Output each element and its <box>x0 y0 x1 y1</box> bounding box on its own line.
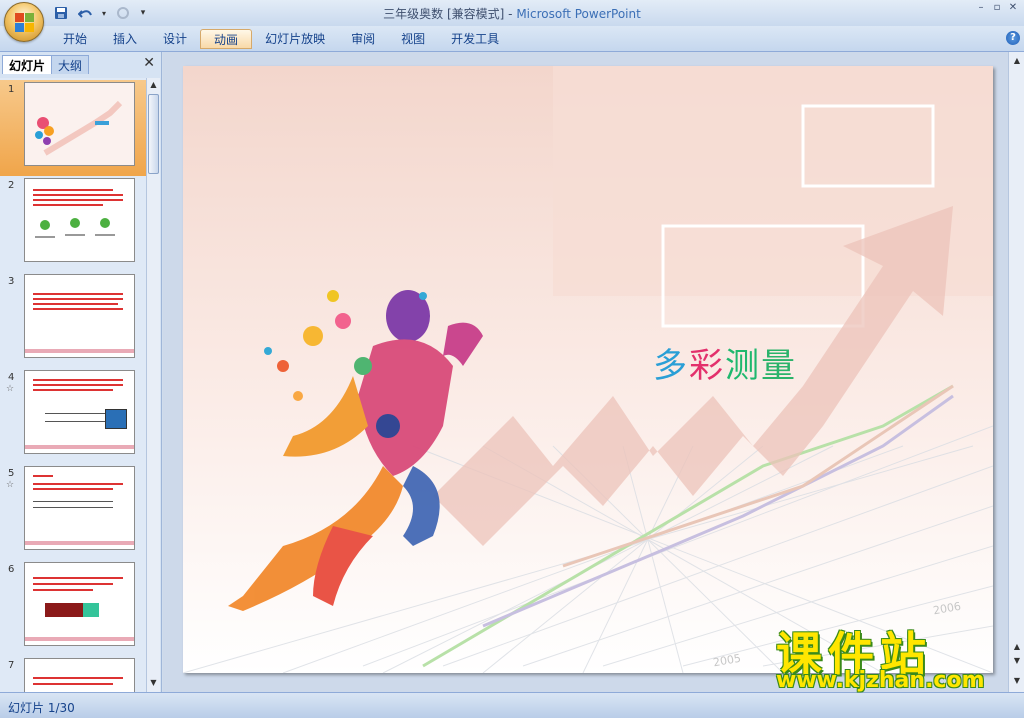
office-logo-icon <box>15 13 35 33</box>
thumbnail-scrollbar[interactable]: ▲ ▼ <box>146 78 160 692</box>
scroll-down-icon[interactable]: ▼ <box>1011 676 1023 685</box>
close-button[interactable]: ✕ <box>1006 2 1020 14</box>
office-button[interactable] <box>4 2 44 42</box>
thumbnail-item[interactable]: 6 <box>0 560 146 656</box>
title-char: 测 <box>725 346 761 386</box>
tab-animations[interactable]: 动画 <box>200 29 253 49</box>
current-slide[interactable]: 多彩测量 2005 2006 <box>183 66 993 673</box>
thumbnail-item[interactable]: 1 <box>0 80 146 176</box>
slide-editing-area: 多彩测量 2005 2006 <box>163 52 1008 692</box>
thumbnail-number: 7 <box>8 660 15 671</box>
thumbnail-image[interactable] <box>24 82 135 166</box>
tab-slides[interactable]: 幻灯片 <box>2 55 53 74</box>
title-char: 彩 <box>689 346 725 386</box>
tab-outline[interactable]: 大纲 <box>51 55 90 74</box>
thumbnail-item[interactable]: 7 <box>0 656 146 692</box>
slide-background-art <box>183 66 993 673</box>
thumbnail-number: 3 <box>8 276 15 287</box>
title-bar: ▾ ▾ 三年级奥数 [兼容模式] - Microsoft PowerPoint … <box>0 0 1024 42</box>
ribbon-tabs: 开始 插入 设计 动画 幻灯片放映 审阅 视图 开发工具 <box>50 29 512 49</box>
thumbnail-number: 6 <box>8 564 15 575</box>
ribbon: 开始 插入 设计 动画 幻灯片放映 审阅 视图 开发工具 ? <box>0 26 1024 52</box>
tab-view[interactable]: 视图 <box>388 29 438 49</box>
tab-developer[interactable]: 开发工具 <box>438 29 512 49</box>
minimize-button[interactable]: – <box>974 2 988 14</box>
animation-star-icon: ☆ <box>6 384 15 394</box>
maximize-button[interactable]: ▫ <box>990 2 1004 14</box>
help-icon[interactable]: ? <box>1006 31 1020 45</box>
tab-insert[interactable]: 插入 <box>100 29 150 49</box>
tab-design[interactable]: 设计 <box>150 29 200 49</box>
scroll-thumb[interactable] <box>148 94 159 174</box>
pane-tabs: 幻灯片 大纲 <box>2 55 90 75</box>
scroll-up-icon[interactable]: ▲ <box>148 80 159 92</box>
previous-slide-icon[interactable]: ▲ <box>1011 642 1023 651</box>
scroll-down-icon[interactable]: ▼ <box>148 678 159 690</box>
thumbnail-image[interactable] <box>24 178 135 262</box>
tab-review[interactable]: 审阅 <box>338 29 388 49</box>
thumbnail-image[interactable] <box>24 658 135 692</box>
thumbnail-image[interactable] <box>24 274 135 358</box>
scroll-up-icon[interactable]: ▲ <box>1011 56 1023 65</box>
watermark-url: www.kjzhan.com <box>776 668 985 693</box>
document-title: 三年级奥数 [兼容模式] - <box>383 7 517 21</box>
title-char: 多 <box>653 346 689 386</box>
tab-home[interactable]: 开始 <box>50 29 100 49</box>
thumbnail-list: 1 2 3 4 ☆ 5 ☆ 6 7 <box>0 78 146 692</box>
thumbnail-number: 2 <box>8 180 15 191</box>
window-controls: – ▫ ✕ <box>974 2 1020 14</box>
tab-slideshow[interactable]: 幻灯片放映 <box>252 29 338 49</box>
slides-pane: 幻灯片 大纲 ✕ 1 2 3 4 ☆ 5 ☆ 6 7 ▲ ▼ <box>0 52 162 692</box>
thumbnail-item[interactable]: 5 ☆ <box>0 464 146 560</box>
thumbnail-image[interactable] <box>24 370 135 454</box>
next-slide-icon[interactable]: ▼ <box>1011 656 1023 665</box>
slide-scrollbar[interactable]: ▲ ▲ ▼ ▼ <box>1008 52 1024 692</box>
window-title: 三年级奥数 [兼容模式] - Microsoft PowerPoint <box>0 5 1024 22</box>
thumbnail-number: 5 <box>8 468 15 479</box>
animation-star-icon: ☆ <box>6 480 15 490</box>
slide-indicator: 幻灯片 1/30 <box>8 701 75 715</box>
thumbnail-number: 4 <box>8 372 15 383</box>
slide-title[interactable]: 多彩测量 <box>653 338 797 387</box>
app-name: Microsoft PowerPoint <box>516 7 641 21</box>
thumbnail-item[interactable]: 4 ☆ <box>0 368 146 464</box>
title-char: 量 <box>761 346 797 386</box>
thumbnail-number: 1 <box>8 84 15 95</box>
thumbnail-image[interactable] <box>24 562 135 646</box>
close-pane-icon[interactable]: ✕ <box>143 55 155 71</box>
thumbnail-image[interactable] <box>24 466 135 550</box>
thumbnail-item[interactable]: 3 <box>0 272 146 368</box>
thumbnail-item[interactable]: 2 <box>0 176 146 272</box>
watermark-logo: 课件站 www.kjzhan.com <box>770 618 1010 696</box>
